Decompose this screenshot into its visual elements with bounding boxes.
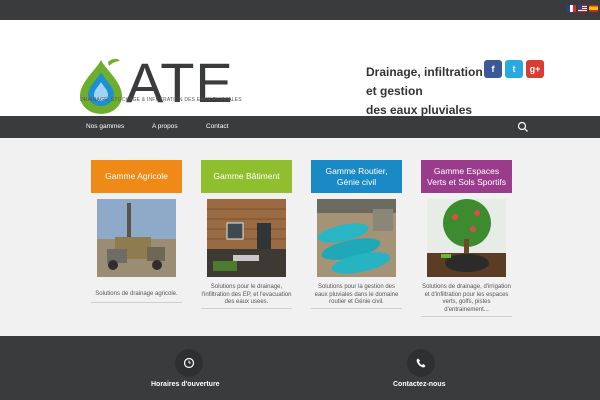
tagline-line: Drainage, infiltration <box>366 65 483 79</box>
card-divider <box>91 302 182 303</box>
drilling-machine-photo[interactable] <box>97 199 176 277</box>
search-icon[interactable] <box>516 120 530 134</box>
google-plus-icon[interactable]: g+ <box>526 60 544 78</box>
language-switcher <box>567 5 598 12</box>
twitter-icon[interactable]: t <box>505 60 523 78</box>
flag-en-icon[interactable] <box>578 5 587 12</box>
product-card-routier[interactable]: Gamme Routier, Génie civil Solutions pou… <box>311 160 402 309</box>
facebook-icon[interactable]: f <box>484 60 502 78</box>
water-drop-logo-icon <box>80 58 122 114</box>
logo-wordmark: ATE <box>126 51 234 114</box>
nav-item-a-propos[interactable]: A propos <box>152 123 178 130</box>
card-description: Solutions de drainage, d'irrigation et d… <box>422 284 511 313</box>
building-drain-photo[interactable] <box>207 199 286 277</box>
main-nav: Nos gammes A propos Contact <box>0 116 600 138</box>
site-tagline: Drainage, infiltration et gestion des ea… <box>366 63 483 120</box>
tagline-line: et gestion <box>366 84 423 98</box>
flag-es-icon[interactable] <box>589 5 598 12</box>
site-footer: Horaires d'ouverture Contactez-nous <box>0 336 600 400</box>
phone-icon-glyph <box>416 358 426 368</box>
flag-fr-icon[interactable] <box>567 5 576 12</box>
nav-item-contact[interactable]: Contact <box>206 123 228 130</box>
card-title[interactable]: Gamme Agricole <box>91 160 182 193</box>
site-header: ATE DRAINAGE, STOCKAGE & INFILTRATION DE… <box>0 20 600 117</box>
top-bar <box>0 0 600 20</box>
contact-title: Contactez-nous <box>393 381 446 388</box>
clock-icon-glyph <box>183 357 195 369</box>
social-links: f t g+ <box>484 60 544 78</box>
card-divider <box>201 308 292 309</box>
logo-subtitle: DRAINAGE, STOCKAGE & INFILTRATION DES EA… <box>80 97 242 103</box>
storage-tanks-photo[interactable] <box>317 199 396 277</box>
product-card-espaces-verts[interactable]: Gamme Espaces Verts et Sols Sportifs Sol… <box>421 160 512 317</box>
card-title[interactable]: Gamme Bâtiment <box>201 160 292 193</box>
nav-item-nos-gammes[interactable]: Nos gammes <box>86 123 124 130</box>
product-card-agricole[interactable]: Gamme Agricole Solutions de drainage agr… <box>91 160 182 303</box>
card-title[interactable]: Gamme Espaces Verts et Sols Sportifs <box>421 160 512 193</box>
phone-icon <box>407 349 435 377</box>
card-description: Solutions de drainage agricole. <box>95 291 178 297</box>
product-card-batiment[interactable]: Gamme Bâtiment Solutions pour le drainag… <box>201 160 292 309</box>
card-description: Solutions pour le drainage, l'infiltrati… <box>201 284 292 305</box>
card-divider <box>421 316 512 317</box>
hours-title: Horaires d'ouverture <box>151 381 220 388</box>
tree-root-photo[interactable] <box>427 199 506 277</box>
card-divider <box>311 308 402 309</box>
card-title[interactable]: Gamme Routier, Génie civil <box>311 160 402 193</box>
card-description: Solutions pour la gestion des eaux pluvi… <box>314 284 399 305</box>
clock-icon <box>175 349 203 377</box>
